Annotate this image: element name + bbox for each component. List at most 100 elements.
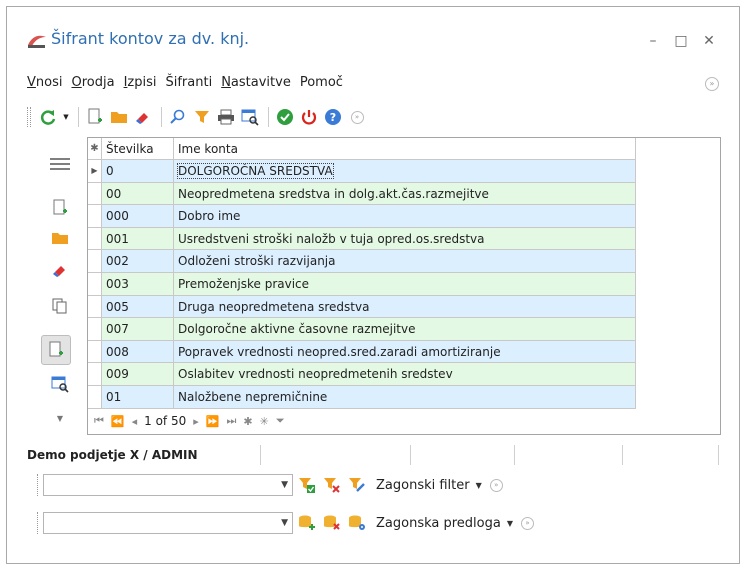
search-icon[interactable] (167, 106, 189, 128)
table-row[interactable]: 002 Odloženi stroški razvijanja (88, 250, 636, 273)
row-indicator[interactable] (88, 182, 102, 205)
chevron-down-icon[interactable]: ▼ (47, 405, 73, 431)
new-document-icon[interactable] (47, 195, 73, 221)
first-record-icon[interactable]: ⏮ (94, 414, 104, 428)
menu-izpisi[interactable]: Izpisi (124, 75, 157, 95)
cell-number[interactable]: 0 (102, 160, 174, 182)
template-settings-icon[interactable] (346, 512, 368, 534)
edit-filter-icon[interactable] (346, 474, 368, 496)
eraser-icon[interactable] (47, 257, 73, 283)
filter-record-icon[interactable]: ⏷ (276, 414, 285, 428)
cell-number[interactable]: 009 (102, 363, 174, 385)
cell-number[interactable]: 000 (102, 205, 174, 227)
apply-filter-icon[interactable] (296, 474, 318, 496)
menu-sifranti[interactable]: Šifranti (165, 75, 212, 95)
minimize-button[interactable]: – (643, 31, 663, 51)
chevron-down-icon[interactable]: ▼ (507, 519, 513, 528)
row-indicator[interactable] (88, 318, 102, 340)
filter-combo[interactable]: ▼ (43, 474, 293, 496)
filter-collapse-icon[interactable]: » (489, 478, 503, 492)
refresh-icon[interactable] (37, 106, 59, 128)
table-search-icon[interactable] (239, 106, 261, 128)
table-row[interactable]: 008 Popravek vrednosti neopred.sred.zarad… (88, 340, 636, 364)
chevron-down-icon[interactable]: ▼ (476, 481, 482, 490)
toolbar-collapse-icon[interactable]: » (346, 106, 368, 128)
table-row[interactable]: 00 Neopredmetena sredstva in dolg.akt.čas… (88, 182, 636, 206)
next-record-icon[interactable]: ▸ (193, 415, 199, 428)
cell-name[interactable]: Odloženi stroški razvijanja (174, 250, 636, 272)
cell-number[interactable]: 00 (102, 182, 174, 205)
table-row[interactable]: 003 Premoženjske pravice (88, 272, 636, 296)
add-record-icon[interactable]: ✱ (243, 415, 252, 428)
menu-orodja[interactable]: Orodja (71, 75, 114, 95)
cell-number[interactable]: 003 (102, 272, 174, 295)
filter-icon[interactable] (191, 106, 213, 128)
cell-name[interactable]: Naložbene nepremičnine (174, 385, 636, 408)
open-folder-icon[interactable] (108, 106, 130, 128)
last-record-icon[interactable]: ⏭ (226, 414, 236, 428)
cell-number[interactable]: 008 (102, 340, 174, 363)
cell-name[interactable]: Dolgoročne aktivne časovne razmejitve (174, 318, 636, 340)
menu-pomoc[interactable]: Pomoč (300, 75, 343, 95)
cell-name[interactable]: Oslabitev vrednosti neopredmetenih sreds… (174, 363, 636, 385)
row-indicator[interactable] (88, 340, 102, 363)
row-indicator[interactable] (88, 295, 102, 318)
copy-icon[interactable] (47, 293, 73, 319)
row-indicator[interactable] (88, 272, 102, 295)
cell-name[interactable]: Neopredmetena sredstva in dolg.akt.čas.r… (174, 182, 636, 205)
remove-template-icon[interactable] (321, 512, 343, 534)
column-header-number[interactable]: Številka (102, 138, 174, 160)
table-search-icon[interactable] (47, 371, 73, 397)
cell-name[interactable]: Usredstveni stroški naložb v tuja opred.… (174, 227, 636, 250)
next-page-icon[interactable]: ⏩ (206, 415, 220, 428)
row-indicator[interactable] (88, 205, 102, 227)
close-button[interactable]: ✕ (699, 31, 719, 51)
open-folder-icon[interactable] (47, 225, 73, 251)
cell-name[interactable]: Premoženjske pravice (174, 272, 636, 295)
cell-number[interactable]: 001 (102, 227, 174, 250)
cell-name[interactable]: Dobro ime (174, 205, 636, 227)
previous-page-icon[interactable]: ⏪ (111, 415, 125, 428)
cell-number[interactable]: 007 (102, 318, 174, 340)
row-indicator[interactable] (88, 385, 102, 408)
column-indicator-header[interactable]: ✱ (88, 138, 102, 160)
cell-number[interactable]: 002 (102, 250, 174, 272)
template-collapse-icon[interactable]: » (521, 516, 534, 530)
previous-record-icon[interactable]: ◂ (132, 415, 138, 428)
template-combo[interactable]: ▼ (43, 512, 293, 534)
cell-number[interactable]: 01 (102, 385, 174, 408)
column-header-name[interactable]: Ime konta (174, 138, 636, 160)
toolbar-grip[interactable] (27, 107, 31, 127)
table-row[interactable]: ▶ 0 DOLGOROČNA SREDSTVA (88, 160, 636, 183)
table-row[interactable]: 000 Dobro ime (88, 205, 636, 228)
row-indicator[interactable] (88, 250, 102, 272)
new-record-active-icon[interactable] (41, 335, 71, 365)
eraser-icon[interactable] (132, 106, 154, 128)
power-icon[interactable] (298, 106, 320, 128)
table-row[interactable]: 007 Dolgoročne aktivne časovne razmejitve (88, 318, 636, 341)
menu-nastavitve[interactable]: Nastavitve (221, 75, 291, 95)
startup-template-label[interactable]: Zagonska predloga (376, 516, 501, 531)
print-icon[interactable] (215, 106, 237, 128)
remove-filter-icon[interactable] (321, 474, 343, 496)
maximize-button[interactable]: □ (671, 31, 691, 51)
cell-name[interactable]: DOLGOROČNA SREDSTVA (174, 160, 636, 182)
chevron-down-icon[interactable]: ▼ (281, 480, 288, 490)
ok-icon[interactable] (274, 106, 296, 128)
new-document-icon[interactable] (84, 106, 106, 128)
chevron-down-icon[interactable]: ▼ (61, 106, 71, 128)
table-row[interactable]: 005 Druga neopredmetena sredstva (88, 295, 636, 319)
cell-number[interactable]: 005 (102, 295, 174, 318)
table-row[interactable]: 009 Oslabitev vrednosti neopredmetenih sr… (88, 363, 636, 386)
row-indicator[interactable] (88, 227, 102, 250)
menu-vnosi[interactable]: Vnosi (27, 75, 62, 95)
table-row[interactable]: 001 Usredstveni stroški naložb v tuja opr… (88, 227, 636, 251)
row-indicator[interactable] (88, 363, 102, 385)
hamburger-menu-icon[interactable] (47, 151, 73, 177)
help-icon[interactable]: ? (322, 106, 344, 128)
current-row-indicator-icon[interactable]: ▶ (88, 160, 102, 182)
edit-record-icon[interactable]: ✳ (260, 415, 269, 428)
cell-name[interactable]: Popravek vrednosti neopred.sred.zaradi a… (174, 340, 636, 363)
chevron-down-icon[interactable]: ▼ (281, 518, 288, 528)
table-row[interactable]: 01 Naložbene nepremičnine (88, 385, 636, 409)
